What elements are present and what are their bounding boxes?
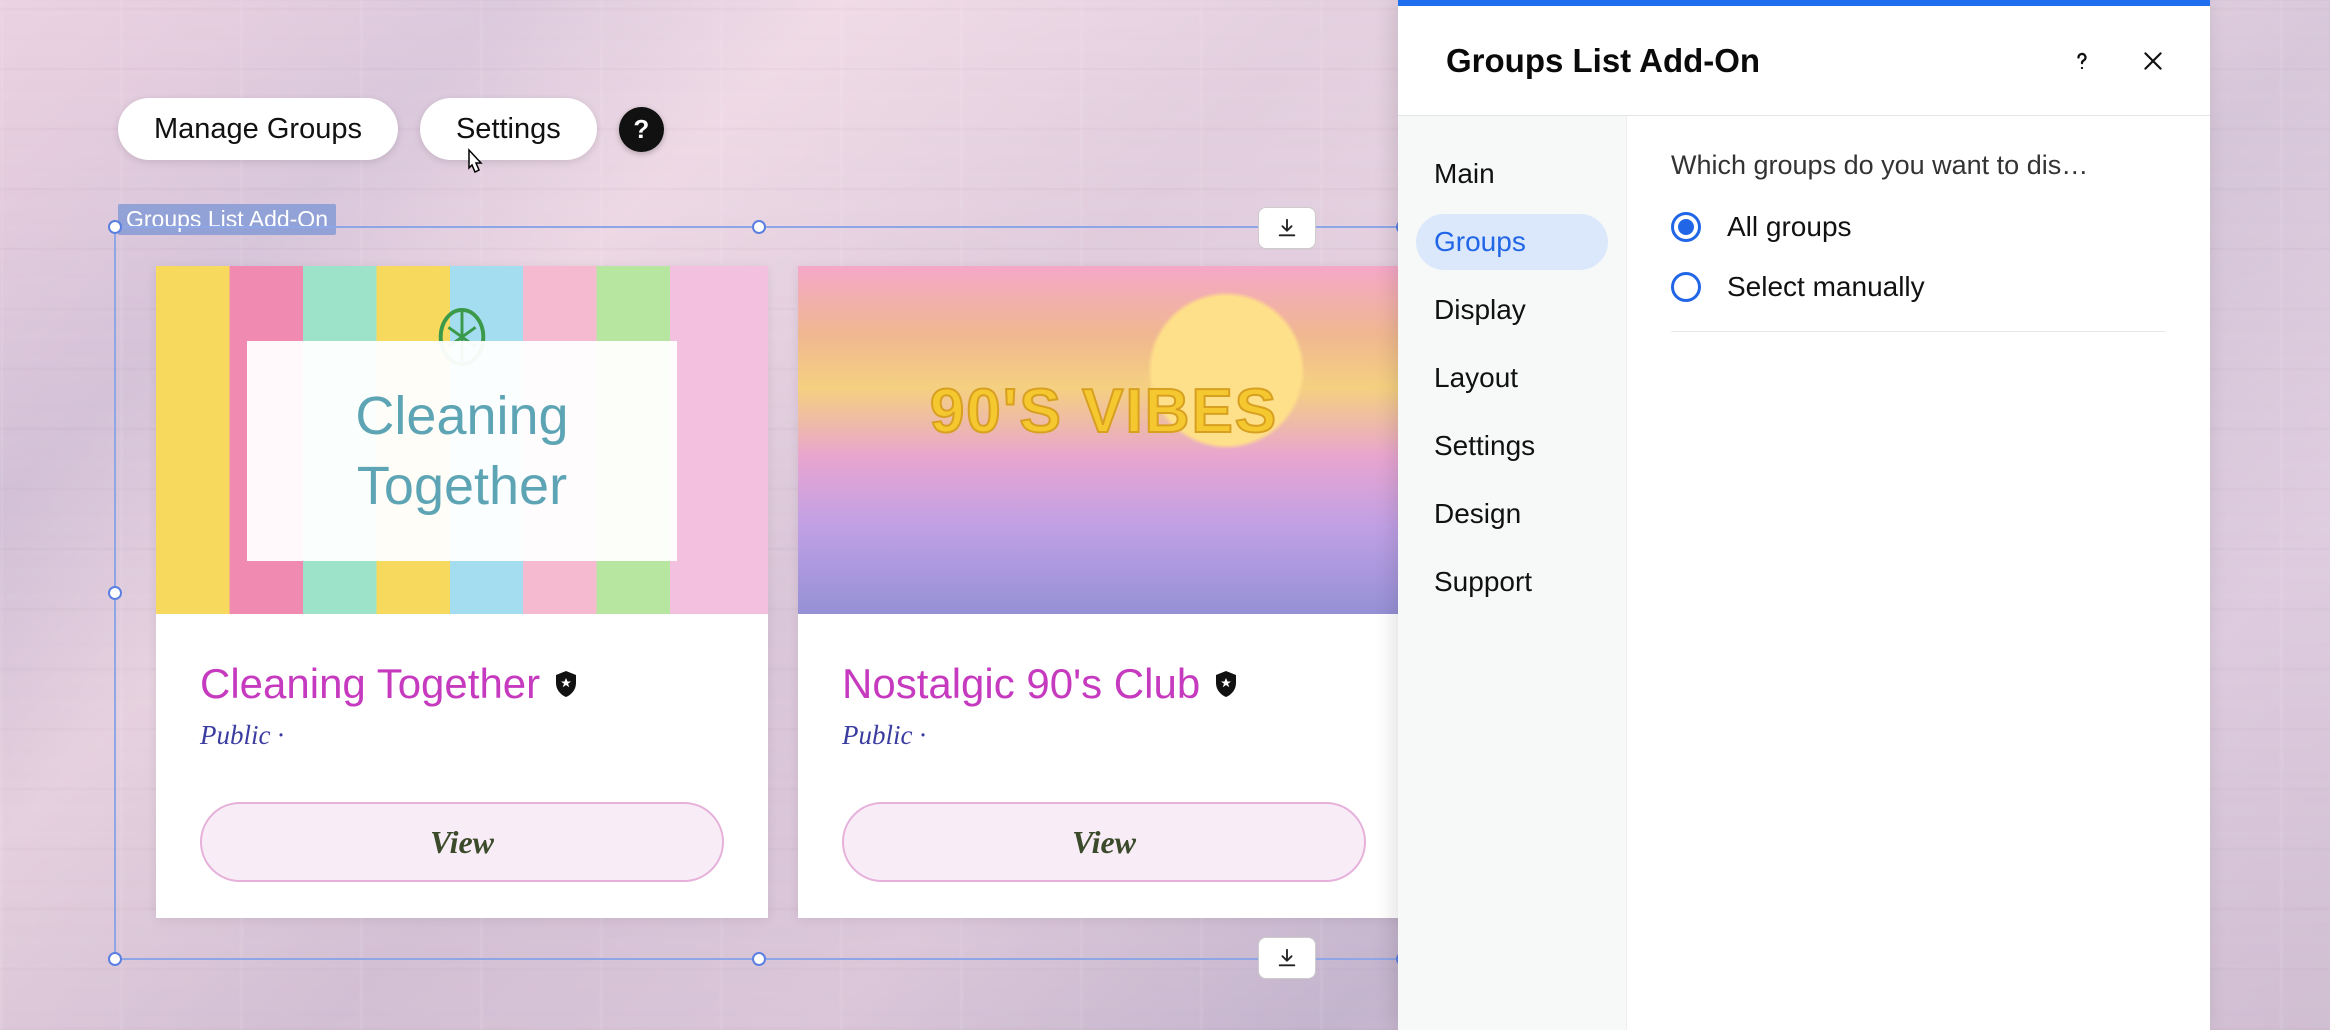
help-icon: ? bbox=[633, 114, 649, 145]
help-button[interactable]: ? bbox=[619, 107, 664, 152]
stretch-bottom-button[interactable] bbox=[1258, 937, 1316, 979]
panel-nav: Main Groups Display Layout Settings Desi… bbox=[1398, 116, 1626, 1030]
resize-handle-bl[interactable] bbox=[108, 952, 122, 966]
panel-header-actions bbox=[2068, 47, 2166, 75]
nav-item-layout[interactable]: Layout bbox=[1416, 350, 1608, 406]
view-button-label: View bbox=[1072, 824, 1136, 861]
content-heading: Which groups do you want to dis… bbox=[1671, 150, 2101, 181]
panel-close-button[interactable] bbox=[2140, 48, 2166, 74]
group-cover-image: 90'S VIBES bbox=[798, 266, 1410, 614]
radio-icon bbox=[1671, 272, 1701, 302]
cover-text: Cleaning Together bbox=[247, 341, 677, 561]
group-cover-image: Cleaning Together bbox=[156, 266, 768, 614]
settings-label: Settings bbox=[456, 113, 561, 146]
cover-text: 90'S VIBES bbox=[798, 376, 1410, 447]
cursor-icon bbox=[459, 148, 487, 182]
group-title-row: Cleaning Together bbox=[200, 660, 724, 708]
manage-groups-button[interactable]: Manage Groups bbox=[118, 98, 398, 160]
download-icon bbox=[1276, 947, 1298, 969]
editor-toolbar: Manage Groups Settings ? bbox=[118, 98, 664, 160]
cover-line-2: Together bbox=[357, 451, 567, 521]
resize-handle-tl[interactable] bbox=[108, 220, 122, 234]
nav-item-support[interactable]: Support bbox=[1416, 554, 1608, 610]
section-divider bbox=[1671, 331, 2166, 332]
panel-title: Groups List Add-On bbox=[1446, 42, 1760, 80]
radio-label: Select manually bbox=[1727, 271, 1925, 303]
groups-card-grid: Cleaning Together Cleaning Together Publ… bbox=[156, 266, 1410, 918]
radio-all-groups[interactable]: All groups bbox=[1671, 211, 2166, 243]
group-visibility: Public · bbox=[842, 720, 1366, 751]
group-card: Cleaning Together Cleaning Together Publ… bbox=[156, 266, 768, 918]
settings-button[interactable]: Settings bbox=[420, 98, 597, 160]
panel-header: Groups List Add-On bbox=[1398, 6, 2210, 116]
group-card: 90'S VIBES Nostalgic 90's Club Public · … bbox=[798, 266, 1410, 918]
resize-handle-ml[interactable] bbox=[108, 586, 122, 600]
resize-handle-bm[interactable] bbox=[752, 952, 766, 966]
view-group-button[interactable]: View bbox=[842, 802, 1366, 882]
group-card-body: Cleaning Together Public · View bbox=[156, 614, 768, 918]
view-button-label: View bbox=[430, 824, 494, 861]
group-title-row: Nostalgic 90's Club bbox=[842, 660, 1366, 708]
manage-groups-label: Manage Groups bbox=[154, 113, 362, 146]
nav-item-settings[interactable]: Settings bbox=[1416, 418, 1608, 474]
shield-icon bbox=[554, 670, 578, 698]
radio-label: All groups bbox=[1727, 211, 1852, 243]
view-group-button[interactable]: View bbox=[200, 802, 724, 882]
stretch-top-button[interactable] bbox=[1258, 207, 1316, 249]
group-visibility: Public · bbox=[200, 720, 724, 751]
download-icon bbox=[1276, 217, 1298, 239]
panel-content: Which groups do you want to dis… All gro… bbox=[1626, 116, 2210, 1030]
nav-item-main[interactable]: Main bbox=[1416, 146, 1608, 202]
radio-select-manually[interactable]: Select manually bbox=[1671, 271, 2166, 303]
close-icon bbox=[2140, 48, 2166, 74]
cover-line-1: Cleaning bbox=[355, 381, 568, 451]
group-card-body: Nostalgic 90's Club Public · View bbox=[798, 614, 1410, 918]
radio-icon bbox=[1671, 212, 1701, 242]
panel-help-button[interactable] bbox=[2068, 47, 2096, 75]
settings-panel: Groups List Add-On Main Groups Display L… bbox=[1398, 0, 2210, 1030]
nav-item-display[interactable]: Display bbox=[1416, 282, 1608, 338]
resize-handle-tm[interactable] bbox=[752, 220, 766, 234]
nav-item-groups[interactable]: Groups bbox=[1416, 214, 1608, 270]
panel-body: Main Groups Display Layout Settings Desi… bbox=[1398, 116, 2210, 1030]
group-title: Nostalgic 90's Club bbox=[842, 660, 1200, 708]
question-icon bbox=[2068, 47, 2096, 75]
shield-icon bbox=[1214, 670, 1238, 698]
nav-item-design[interactable]: Design bbox=[1416, 486, 1608, 542]
group-title: Cleaning Together bbox=[200, 660, 540, 708]
